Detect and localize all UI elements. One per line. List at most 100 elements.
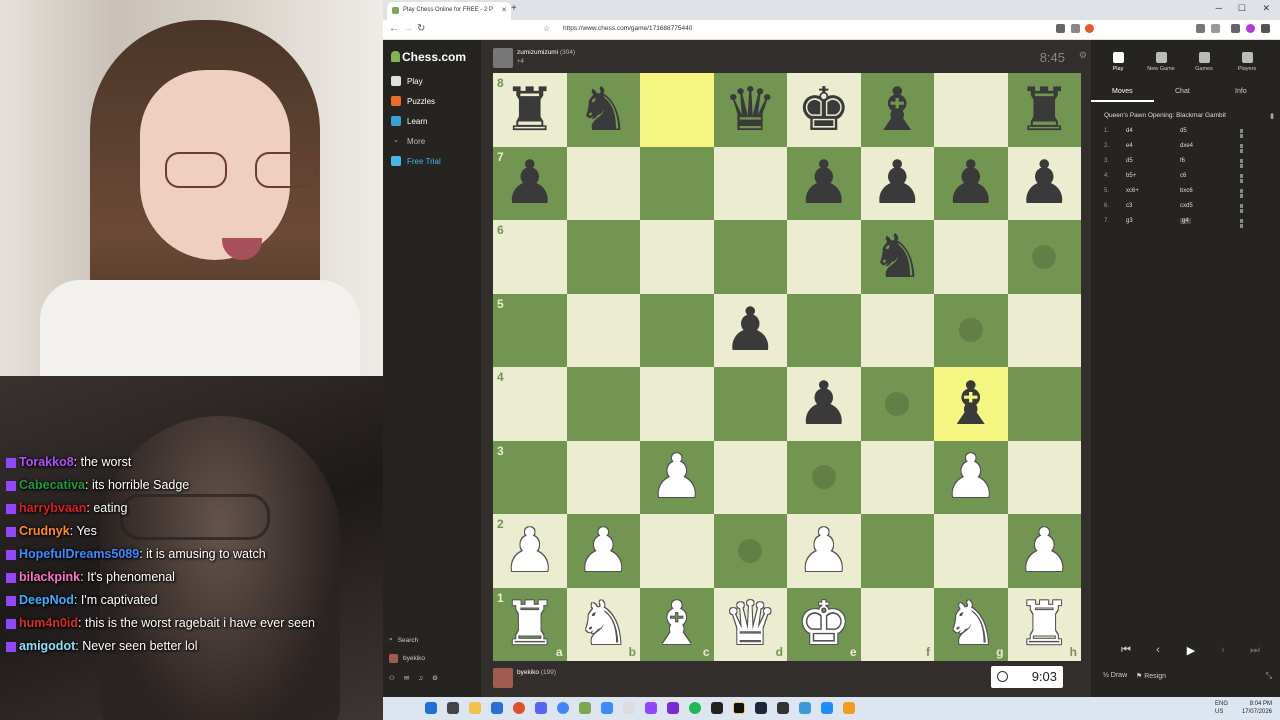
square-e2[interactable]: ♟ <box>787 514 861 588</box>
black-pawn-icon[interactable]: ♟ <box>503 153 557 213</box>
play-icon[interactable]: ▶ <box>1180 644 1202 658</box>
taskview-icon[interactable] <box>447 702 459 714</box>
legal-move-dot[interactable] <box>885 391 910 416</box>
black-move[interactable]: dxe4 <box>1180 143 1193 149</box>
notifications-icon[interactable]: ♫ <box>418 675 423 682</box>
file-explorer-icon[interactable] <box>469 702 481 714</box>
sidebar-item-learn[interactable]: Learn <box>391 116 427 126</box>
square-b8[interactable]: ♞ <box>566 73 640 147</box>
top-player-name[interactable]: zumizumizumi <box>517 49 558 56</box>
white-move[interactable]: g3 <box>1126 218 1133 224</box>
black-pawn-icon[interactable]: ♟ <box>944 153 998 213</box>
steam-icon[interactable] <box>755 702 767 714</box>
sidebar-item-puzzles[interactable]: Puzzles <box>391 96 435 106</box>
square-d2[interactable] <box>713 514 787 588</box>
square-e6[interactable] <box>787 220 861 294</box>
white-move[interactable]: e4 <box>1126 143 1133 149</box>
square-g6[interactable] <box>934 220 1008 294</box>
twitch-icon[interactable] <box>645 702 657 714</box>
square-g4[interactable]: ♝ <box>934 367 1008 441</box>
subtab-info[interactable]: Info <box>1235 88 1247 95</box>
black-move[interactable]: bxc6 <box>1180 188 1193 194</box>
square-d3[interactable] <box>713 440 787 514</box>
url-field[interactable]: https://www.chess.com/game/171688775440 <box>563 25 692 32</box>
square-d4[interactable] <box>713 367 787 441</box>
black-knight-icon[interactable]: ♞ <box>870 227 924 287</box>
square-g3[interactable]: ♟ <box>934 440 1008 514</box>
white-pawn-icon[interactable]: ♟ <box>797 521 851 581</box>
brave-shield-icon[interactable] <box>1085 24 1094 33</box>
first-move-icon[interactable]: ⏮ <box>1115 644 1137 658</box>
spotify-icon[interactable] <box>689 702 701 714</box>
settings-gear-icon[interactable]: ⚙ <box>432 674 438 682</box>
black-move[interactable]: cxd5 <box>1180 203 1193 209</box>
subtab-chat[interactable]: Chat <box>1175 88 1190 95</box>
square-b2[interactable]: ♟ <box>566 514 640 588</box>
obs-icon[interactable] <box>733 702 745 714</box>
black-pawn-icon[interactable]: ♟ <box>797 374 851 434</box>
input-language[interactable]: ENG US <box>1215 700 1228 716</box>
square-a2[interactable]: ♟ 2 <box>493 514 567 588</box>
square-a3[interactable]: 3 <box>493 440 567 514</box>
square-e3[interactable] <box>787 440 861 514</box>
white-knight-icon[interactable]: ♞ <box>576 594 630 654</box>
square-e8[interactable]: ♚ <box>787 73 861 147</box>
square-a4[interactable]: 4 <box>493 367 567 441</box>
square-d7[interactable] <box>713 146 787 220</box>
chrome-icon[interactable] <box>557 702 569 714</box>
black-bishop-icon[interactable]: ♝ <box>870 80 924 140</box>
square-c7[interactable] <box>640 146 714 220</box>
square-f6[interactable]: ♞ <box>860 220 934 294</box>
app-icon-7[interactable] <box>843 702 855 714</box>
app-icon-4[interactable] <box>777 702 789 714</box>
white-move[interactable]: d4 <box>1126 128 1133 134</box>
square-h3[interactable] <box>1007 440 1081 514</box>
resign-button[interactable]: ⚑ Resign <box>1136 672 1166 680</box>
black-rook-icon[interactable]: ♜ <box>503 80 557 140</box>
square-e5[interactable] <box>787 293 861 367</box>
square-a7[interactable]: ♟ 7 <box>493 146 567 220</box>
app-icon-5[interactable] <box>799 702 811 714</box>
app-icon[interactable] <box>491 702 503 714</box>
square-b1[interactable]: ♞ b <box>566 587 640 661</box>
square-f1[interactable]: f <box>860 587 934 661</box>
square-a1[interactable]: ♜ 1 a <box>493 587 567 661</box>
white-king-icon[interactable]: ♚ <box>797 594 851 654</box>
square-a6[interactable]: 6 <box>493 220 567 294</box>
legal-move-dot[interactable] <box>738 538 763 563</box>
app-icon-3[interactable] <box>667 702 679 714</box>
black-move[interactable]: d5 <box>1180 128 1187 134</box>
black-rook-icon[interactable]: ♜ <box>1017 80 1071 140</box>
square-c2[interactable] <box>640 514 714 588</box>
black-king-icon[interactable]: ♚ <box>797 80 851 140</box>
square-h4[interactable] <box>1007 367 1081 441</box>
subtab-moves[interactable]: Moves <box>1112 88 1133 95</box>
square-e7[interactable]: ♟ <box>787 146 861 220</box>
square-a5[interactable]: 5 <box>493 293 567 367</box>
square-h8[interactable]: ♜ <box>1007 73 1081 147</box>
discord-icon[interactable] <box>535 702 547 714</box>
white-rook-icon[interactable]: ♜ <box>1017 594 1071 654</box>
start-icon[interactable] <box>425 702 437 714</box>
black-knight-icon[interactable]: ♞ <box>576 80 630 140</box>
square-h1[interactable]: ♜ h <box>1007 587 1081 661</box>
bottom-player-name[interactable]: byekiko <box>517 669 539 676</box>
white-queen-icon[interactable]: ♛ <box>723 594 777 654</box>
board-settings-gear-icon[interactable]: ⚙ <box>1079 50 1087 61</box>
white-pawn-icon[interactable]: ♟ <box>650 447 704 507</box>
opening-name[interactable]: Queen's Pawn Opening: Blackmar Gambit <box>1104 112 1226 119</box>
bookmark-icon[interactable]: ☆ <box>543 24 550 33</box>
chess-board[interactable]: ♜ 8 ♞ ♛ ♚ ♝ ♜ ♟ 7 ♟ ♟ ♟ ♟ 6 ♞ 5 ♟ 4 ♟ ♝ 3 ♟ ♟ ♟ 2 ♟ ♟ ♟ ♜ 1 a ♞ b ♝ c ♛ d ♚ e f… <box>493 73 1081 661</box>
browser-tab[interactable]: Play Chess Online for FREE - 2 P ✕ <box>387 2 511 20</box>
square-c6[interactable] <box>640 220 714 294</box>
white-pawn-icon[interactable]: ♟ <box>503 521 557 581</box>
sidebar-user[interactable]: byekiko <box>389 654 425 663</box>
system-clock[interactable]: 8:04 PM 17/07/2026 <box>1242 700 1272 716</box>
sidebar-item-play[interactable]: Play <box>391 76 423 86</box>
square-c5[interactable] <box>640 293 714 367</box>
reload-icon[interactable]: ↻ <box>417 23 425 34</box>
square-f8[interactable]: ♝ <box>860 73 934 147</box>
terminal-icon[interactable] <box>711 702 723 714</box>
square-b7[interactable] <box>566 146 640 220</box>
square-g8[interactable] <box>934 73 1008 147</box>
